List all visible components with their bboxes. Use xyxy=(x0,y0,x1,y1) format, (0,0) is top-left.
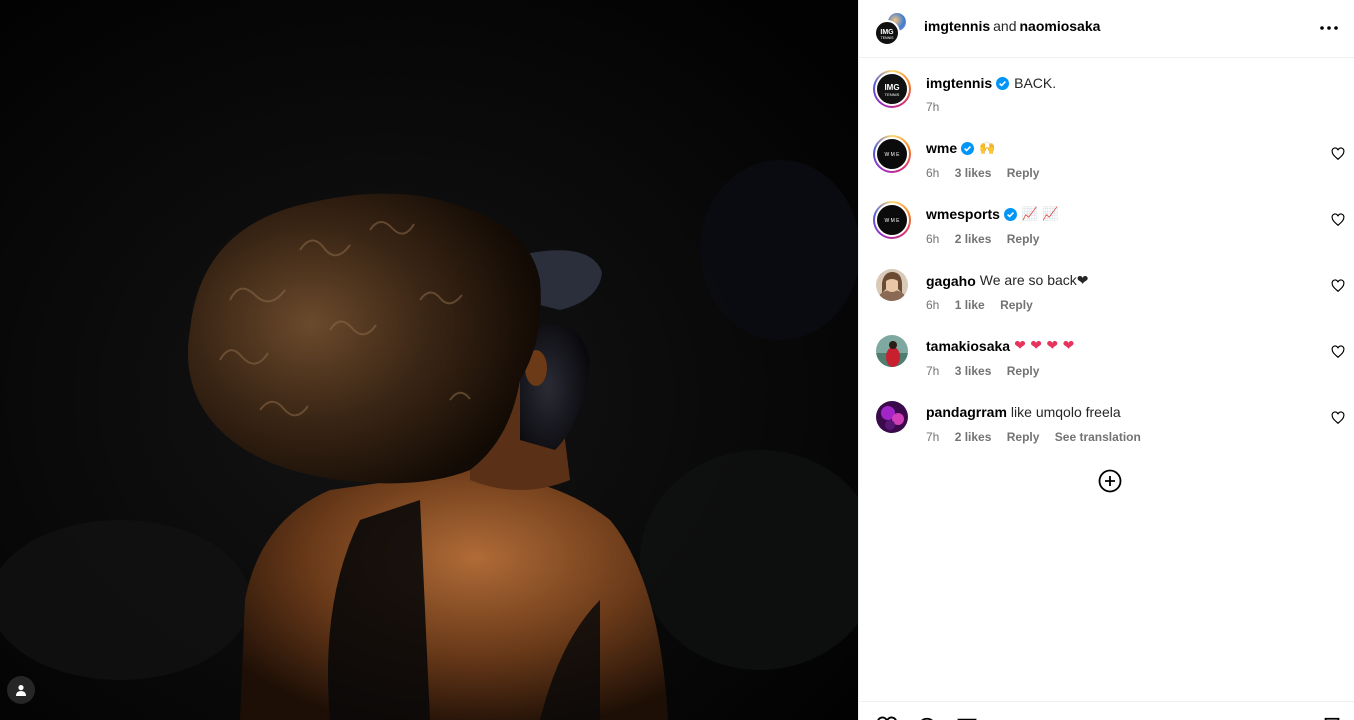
reply-button[interactable]: Reply xyxy=(1000,298,1033,312)
save-icon[interactable] xyxy=(1321,716,1343,720)
verified-badge-icon xyxy=(996,76,1010,90)
comment-time[interactable]: 7h xyxy=(926,430,939,444)
plus-circle-icon xyxy=(1098,469,1122,493)
comment-row: gagaho We are so back❤ 6h 1 like Reply xyxy=(859,267,1354,333)
comment-meta: 7h 2 likes Reply See translation xyxy=(926,430,1153,444)
svg-text:TENNIS: TENNIS xyxy=(881,36,895,40)
svg-text:W M E: W M E xyxy=(885,152,901,158)
caption-text-line: imgtennis BACK. xyxy=(926,75,1056,91)
comment-time[interactable]: 6h xyxy=(926,166,939,180)
reply-button[interactable]: Reply xyxy=(1007,232,1040,246)
share-icon[interactable] xyxy=(956,716,978,720)
user-tag-icon xyxy=(16,685,26,696)
post-authors: imgtennis and naomiosaka xyxy=(924,18,1100,34)
comment-body: We are so back❤ xyxy=(979,272,1089,288)
comment-meta: 6h 1 like Reply xyxy=(926,298,1045,312)
caption-row: IMG TENNIS imgtennis BACK. 7h xyxy=(859,70,1354,136)
comment-body: 🙌 xyxy=(979,140,996,156)
verified-badge-icon xyxy=(961,141,975,155)
comment-text-line: wmesports 📈 📈 xyxy=(926,206,1058,222)
caption-username[interactable]: imgtennis xyxy=(926,75,992,91)
wme-logo-icon: W M E xyxy=(885,152,901,158)
comment-meta: 6h 3 likes Reply xyxy=(926,166,1051,180)
wme-logo-icon: W M E xyxy=(885,218,901,224)
avatar-tamakiosaka[interactable] xyxy=(876,335,908,367)
comments-panel: IMG TENNIS imgtennisandnaomiosaka IMG xyxy=(858,0,1354,720)
comment-username[interactable]: gagaho xyxy=(926,273,976,289)
comment-time[interactable]: 6h xyxy=(926,232,939,246)
heart-outline-icon[interactable] xyxy=(1331,213,1345,227)
post-header: IMG TENNIS imgtennis and naomiosaka xyxy=(859,0,1354,58)
comment-username[interactable]: wmesports xyxy=(926,206,1000,222)
tagged-users-button[interactable] xyxy=(7,676,35,704)
comment-row: tamakiosaka ❤ ❤ ❤ ❤ 7h 3 likes Reply xyxy=(859,333,1354,399)
comment-username[interactable]: tamakiosaka xyxy=(926,338,1010,354)
comment-text-line: wme 🙌 xyxy=(926,140,995,156)
reply-button[interactable]: Reply xyxy=(1007,430,1040,444)
avatar-imgtennis-small: IMG TENNIS xyxy=(874,20,900,46)
avatar-photo xyxy=(876,335,908,367)
more-options-button[interactable] xyxy=(1317,18,1341,38)
post-photo xyxy=(0,0,858,720)
reply-button[interactable]: Reply xyxy=(1007,364,1040,378)
authors-conjunction: and xyxy=(993,18,1017,34)
avatar-gagaho[interactable] xyxy=(876,269,908,301)
comment-likes[interactable]: 1 like xyxy=(955,298,985,312)
comment-likes[interactable]: 2 likes xyxy=(955,430,992,444)
post-media[interactable] xyxy=(0,0,858,720)
comment-text-line: gagaho We are so back❤ xyxy=(926,272,1089,289)
heart-outline-icon[interactable] xyxy=(1331,279,1345,293)
see-translation-button[interactable]: See translation xyxy=(1055,430,1141,444)
avatar-pandagrram[interactable] xyxy=(876,401,908,433)
comment-row: pandagrram like umqolo freela 7h 2 likes… xyxy=(859,399,1354,465)
reply-button[interactable]: Reply xyxy=(1007,166,1040,180)
comment-time[interactable]: 7h xyxy=(926,364,939,378)
comment-time[interactable]: 6h xyxy=(926,298,939,312)
comment-meta: 6h 2 likes Reply xyxy=(926,232,1051,246)
caption-meta: 7h xyxy=(926,100,951,114)
avatar-wme[interactable]: W M E xyxy=(873,135,911,173)
post-actions-bar xyxy=(859,701,1354,720)
avatar-photo xyxy=(876,269,908,301)
svg-text:IMG: IMG xyxy=(880,29,894,36)
author-link-naomiosaka[interactable]: naomiosaka xyxy=(1019,18,1100,34)
collab-avatars[interactable]: IMG TENNIS xyxy=(874,11,910,47)
comment-icon[interactable] xyxy=(916,716,938,720)
heart-outline-icon[interactable] xyxy=(1331,411,1345,425)
verified-badge-icon xyxy=(1003,207,1017,221)
comment-username[interactable]: wme xyxy=(926,140,957,156)
heart-outline-icon[interactable] xyxy=(1331,345,1345,359)
caption-time[interactable]: 7h xyxy=(926,100,939,114)
comment-meta: 7h 3 likes Reply xyxy=(926,364,1051,378)
avatar-imgtennis[interactable]: IMG TENNIS xyxy=(873,70,911,108)
svg-text:W M E: W M E xyxy=(885,218,901,224)
comment-username[interactable]: pandagrram xyxy=(926,404,1007,420)
svg-text:IMG: IMG xyxy=(884,83,899,92)
comment-likes[interactable]: 2 likes xyxy=(955,232,992,246)
avatar-photo xyxy=(876,401,908,433)
svg-text:TENNIS: TENNIS xyxy=(885,92,900,97)
comment-row: W M E wmesports 📈 📈 6h 2 likes Reply xyxy=(859,201,1354,267)
load-more-comments-button[interactable] xyxy=(1097,468,1123,494)
comment-body: ❤ ❤ ❤ ❤ xyxy=(1014,338,1075,354)
avatar-wmesports[interactable]: W M E xyxy=(873,201,911,239)
comment-text-line: pandagrram like umqolo freela xyxy=(926,404,1121,420)
heart-outline-icon[interactable] xyxy=(1331,147,1345,161)
comment-likes[interactable]: 3 likes xyxy=(955,166,992,180)
caption-body: BACK. xyxy=(1014,75,1057,91)
like-icon[interactable] xyxy=(876,716,898,720)
comment-likes[interactable]: 3 likes xyxy=(955,364,992,378)
img-logo-icon: IMG TENNIS xyxy=(880,29,895,40)
comment-row: W M E wme 🙌 6h 3 likes Reply xyxy=(859,135,1354,201)
comment-body: like umqolo freela xyxy=(1010,404,1121,420)
comment-body: 📈 📈 xyxy=(1021,206,1059,222)
img-logo-icon: IMG TENNIS xyxy=(884,83,900,97)
comment-text-line: tamakiosaka ❤ ❤ ❤ ❤ xyxy=(926,338,1077,354)
more-horizontal-icon xyxy=(1320,26,1338,30)
author-link-imgtennis[interactable]: imgtennis xyxy=(924,18,990,34)
